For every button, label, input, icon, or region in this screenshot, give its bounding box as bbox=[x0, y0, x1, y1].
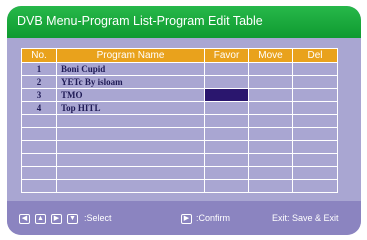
row-number bbox=[21, 166, 57, 180]
move-cell[interactable] bbox=[248, 127, 293, 141]
favor-cell[interactable] bbox=[204, 62, 249, 76]
column-header-no: No. bbox=[21, 48, 57, 63]
move-cell[interactable] bbox=[248, 75, 293, 89]
program-name: YETc By isloam bbox=[56, 75, 205, 89]
arrow-right-icon[interactable]: ▶ bbox=[51, 214, 62, 224]
table-header-row: No. Program Name Favor Move Del bbox=[21, 48, 338, 63]
column-header-move: Move bbox=[248, 48, 293, 63]
del-cell[interactable] bbox=[292, 62, 338, 76]
table-row[interactable] bbox=[21, 127, 338, 141]
play-icon[interactable]: ▶ bbox=[181, 214, 192, 224]
table-row[interactable] bbox=[21, 179, 338, 193]
program-name bbox=[56, 166, 205, 180]
arrow-down-icon[interactable]: ▼ bbox=[67, 214, 78, 224]
row-number bbox=[21, 140, 57, 154]
row-number: 2 bbox=[21, 75, 57, 89]
del-cell[interactable] bbox=[292, 114, 338, 128]
column-header-del: Del bbox=[292, 48, 338, 63]
program-name: Top HITL bbox=[56, 101, 205, 115]
program-edit-table: No. Program Name Favor Move Del 1 Boni Cu… bbox=[21, 48, 338, 193]
row-number: 3 bbox=[21, 88, 57, 102]
program-name bbox=[56, 114, 205, 128]
favor-cell[interactable] bbox=[204, 166, 249, 180]
row-number: 4 bbox=[21, 101, 57, 115]
del-cell[interactable] bbox=[292, 166, 338, 180]
table-row[interactable]: 3 TMO bbox=[21, 88, 338, 102]
row-number bbox=[21, 179, 57, 193]
column-header-program-name: Program Name bbox=[56, 48, 205, 63]
del-cell[interactable] bbox=[292, 153, 338, 167]
table-row[interactable] bbox=[21, 153, 338, 167]
table-row[interactable] bbox=[21, 140, 338, 154]
arrow-left-icon[interactable]: ◀ bbox=[19, 214, 30, 224]
del-cell[interactable] bbox=[292, 88, 338, 102]
program-name: TMO bbox=[56, 88, 205, 102]
table-row[interactable] bbox=[21, 166, 338, 180]
move-cell[interactable] bbox=[248, 101, 293, 115]
program-name bbox=[56, 153, 205, 167]
favor-cell[interactable] bbox=[204, 114, 249, 128]
select-hint: :Select bbox=[84, 213, 112, 223]
favor-cell[interactable] bbox=[204, 101, 249, 115]
table-panel: No. Program Name Favor Move Del 1 Boni Cu… bbox=[7, 38, 361, 201]
del-cell[interactable] bbox=[292, 101, 338, 115]
del-cell[interactable] bbox=[292, 179, 338, 193]
table-row[interactable] bbox=[21, 114, 338, 128]
favor-marker[interactable] bbox=[204, 88, 249, 102]
favor-cell[interactable] bbox=[204, 179, 249, 193]
favor-cell[interactable] bbox=[204, 153, 249, 167]
row-number bbox=[21, 114, 57, 128]
row-number bbox=[21, 153, 57, 167]
move-cell[interactable] bbox=[248, 179, 293, 193]
table-row[interactable]: 1 Boni Cupid bbox=[21, 62, 338, 76]
window-title: DVB Menu-Program List-Program Edit Table bbox=[17, 14, 263, 28]
program-name bbox=[56, 127, 205, 141]
arrow-up-icon[interactable]: ▲ bbox=[35, 214, 46, 224]
favor-cell[interactable] bbox=[204, 75, 249, 89]
move-cell[interactable] bbox=[248, 166, 293, 180]
favor-cell[interactable] bbox=[204, 127, 249, 141]
help-bar: ◀ ▲ ▶ ▼ :Select ▶ :Confirm Exit: Save & … bbox=[7, 201, 361, 235]
del-cell[interactable] bbox=[292, 75, 338, 89]
del-cell[interactable] bbox=[292, 127, 338, 141]
confirm-hint: :Confirm bbox=[196, 213, 231, 223]
move-cell[interactable] bbox=[248, 114, 293, 128]
table-row[interactable]: 2 YETc By isloam bbox=[21, 75, 338, 89]
del-cell[interactable] bbox=[292, 140, 338, 154]
row-number bbox=[21, 127, 57, 141]
move-cell[interactable] bbox=[248, 62, 293, 76]
column-header-favor: Favor bbox=[204, 48, 249, 63]
favor-cell[interactable] bbox=[204, 140, 249, 154]
row-number: 1 bbox=[21, 62, 57, 76]
program-name: Boni Cupid bbox=[56, 62, 205, 76]
move-cell[interactable] bbox=[248, 88, 293, 102]
program-name bbox=[56, 179, 205, 193]
move-cell[interactable] bbox=[248, 153, 293, 167]
program-name bbox=[56, 140, 205, 154]
exit-hint: Exit: Save & Exit bbox=[272, 213, 339, 223]
move-cell[interactable] bbox=[248, 140, 293, 154]
program-edit-window: DVB Menu-Program List-Program Edit Table… bbox=[7, 6, 361, 235]
title-bar: DVB Menu-Program List-Program Edit Table bbox=[7, 6, 361, 38]
table-row[interactable]: 4 Top HITL bbox=[21, 101, 338, 115]
